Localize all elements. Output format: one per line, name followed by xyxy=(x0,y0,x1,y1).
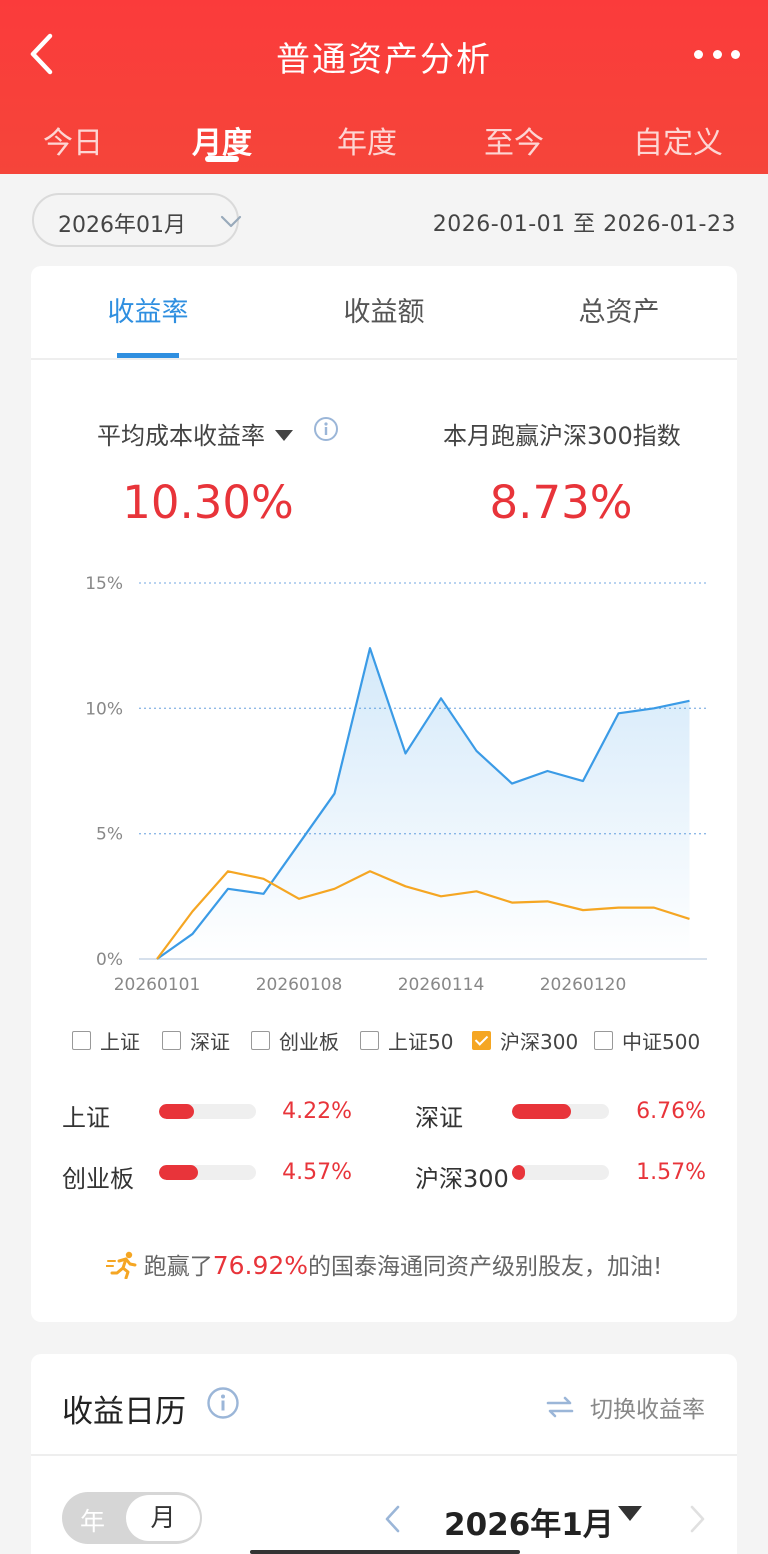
benchmark-bar-fill xyxy=(159,1104,194,1119)
tab-year[interactable]: 年度 xyxy=(337,118,397,162)
y-tick-label: 15% xyxy=(85,574,123,594)
legend-label: 上证 xyxy=(100,1030,140,1054)
date-range: 2026-01-01 至 2026-01-23 xyxy=(432,212,736,237)
more-dots-icon[interactable] xyxy=(694,44,740,64)
checkbox xyxy=(72,1031,91,1050)
tab-custom[interactable]: 自定义 xyxy=(633,118,723,162)
return-line-chart: 0% 5% 10% 15% 20260101 20260108 20260114 202601… xyxy=(85,574,707,995)
return-analysis-card: 收益率 收益额 总资产 平均成本收益率 本月跑赢沪深300指数 10.30% 8… xyxy=(31,266,737,1322)
tab-return-rate[interactable]: 收益率 xyxy=(108,290,189,329)
switch-label: 切换收益率 xyxy=(590,1397,705,1423)
legend-csi500[interactable]: 中证500 xyxy=(594,1026,700,1055)
benchmark-value: 6.76% xyxy=(636,1099,706,1124)
benchmark-bar-fill xyxy=(512,1165,525,1180)
benchmark-name: 创业板 xyxy=(62,1165,134,1193)
chevron-down-icon xyxy=(220,215,242,228)
tab-return-amount[interactable]: 收益额 xyxy=(344,290,425,329)
checkbox xyxy=(162,1031,181,1050)
checkbox xyxy=(360,1031,379,1050)
divider xyxy=(31,1454,737,1456)
beat-index-value: 8.73% xyxy=(489,476,633,529)
month-selector-label: 2026年01月 xyxy=(58,213,186,238)
beat-peers-text: 跑赢了76.92%的国泰海通同资产级别股友，加油! xyxy=(31,1247,737,1281)
legend-szse[interactable]: 深证 xyxy=(162,1026,230,1055)
beat-prefix: 跑赢了 xyxy=(143,1254,213,1280)
caret-down-icon xyxy=(274,430,293,441)
checkbox xyxy=(594,1031,613,1050)
tab-today[interactable]: 今日 xyxy=(43,118,103,162)
avg-cost-return-label: 平均成本收益率 xyxy=(97,422,265,450)
toggle-month[interactable]: 月 xyxy=(126,1495,200,1541)
page-title: 普通资产分析 xyxy=(276,40,492,80)
checkbox xyxy=(251,1031,270,1050)
series-area xyxy=(157,648,690,959)
legend-label: 中证500 xyxy=(622,1030,701,1054)
info-icon[interactable] xyxy=(313,416,339,442)
caret-down-icon[interactable] xyxy=(618,1506,642,1522)
benchmark-name: 深证 xyxy=(415,1104,463,1132)
benchmark-value: 4.57% xyxy=(282,1160,352,1185)
tab-to-date[interactable]: 至今 xyxy=(484,118,544,162)
x-tick-label: 20260114 xyxy=(398,975,485,995)
info-icon[interactable] xyxy=(206,1386,240,1420)
beat-suffix: 的国泰海通同资产级别股友，加油! xyxy=(308,1254,663,1280)
y-tick-label: 5% xyxy=(96,825,123,845)
active-tab-indicator xyxy=(205,156,239,162)
tab-total-assets[interactable]: 总资产 xyxy=(579,290,660,329)
swap-arrows-icon xyxy=(546,1396,574,1418)
legend-csi300[interactable]: 沪深300 xyxy=(472,1026,578,1055)
index-legend: 上证 深证 创业板 上证50 沪深300 中证500 xyxy=(31,1024,737,1054)
year-month-toggle[interactable]: 年 月 xyxy=(62,1492,202,1544)
period-tabs: 今日 月度 年度 至今 自定义 xyxy=(0,112,768,174)
beat-percent: 76.92% xyxy=(212,1251,309,1280)
legend-label: 创业板 xyxy=(279,1030,339,1054)
benchmark-value: 4.22% xyxy=(282,1099,352,1124)
beat-index-label: 本月跑赢沪深300指数 xyxy=(443,422,681,450)
divider xyxy=(31,358,737,360)
app-header: 普通资产分析 今日 月度 年度 至今 自定义 xyxy=(0,0,768,174)
benchmark-value: 1.57% xyxy=(636,1160,706,1185)
chevron-right-icon[interactable] xyxy=(687,1504,707,1534)
profit-calendar-card: 收益日历 切换收益率 年 月 2026年1月 xyxy=(31,1354,737,1554)
benchmark-name: 沪深300 xyxy=(415,1165,509,1193)
legend-label: 沪深300 xyxy=(500,1030,579,1054)
calendar-year-month[interactable]: 2026年1月 xyxy=(444,1499,614,1544)
benchmark-bar-fill xyxy=(512,1104,572,1119)
legend-label: 深证 xyxy=(190,1030,230,1054)
switch-return-rate-button[interactable]: 切换收益率 xyxy=(546,1390,705,1424)
month-selector[interactable]: 2026年01月 xyxy=(32,193,242,247)
home-indicator xyxy=(250,1550,520,1554)
avg-cost-return-selector[interactable]: 平均成本收益率 xyxy=(97,416,293,451)
x-tick-label: 20260120 xyxy=(540,975,627,995)
y-tick-label: 0% xyxy=(96,950,123,970)
x-tick-label: 20260108 xyxy=(256,975,343,995)
legend-label: 上证50 xyxy=(388,1030,454,1054)
benchmark-bar-fill xyxy=(159,1165,198,1180)
toggle-year[interactable]: 年 xyxy=(80,1502,105,1538)
calendar-title: 收益日历 xyxy=(62,1394,186,1430)
benchmark-name: 上证 xyxy=(62,1104,110,1132)
y-tick-label: 10% xyxy=(85,699,123,719)
runner-icon xyxy=(105,1251,137,1279)
avg-cost-return-value: 10.30% xyxy=(122,476,294,529)
chevron-left-icon[interactable] xyxy=(383,1504,403,1534)
x-tick-label: 20260101 xyxy=(114,975,201,995)
legend-sse[interactable]: 上证 xyxy=(72,1026,140,1055)
legend-sse50[interactable]: 上证50 xyxy=(360,1026,453,1055)
checkbox-checked xyxy=(472,1031,491,1050)
legend-chinext[interactable]: 创业板 xyxy=(251,1026,339,1055)
